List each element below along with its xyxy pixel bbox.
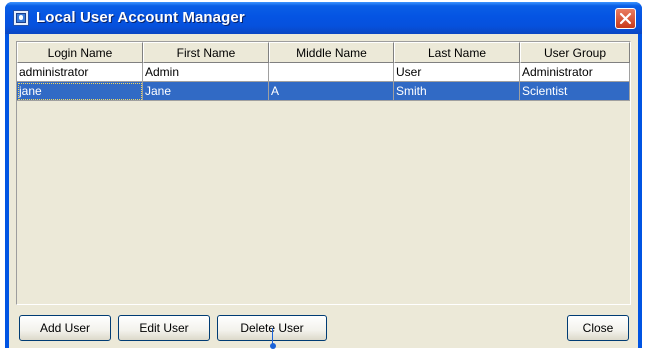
table-row-selected[interactable]: jane Jane A Smith Scientist [17,82,630,101]
column-header-first-name[interactable]: First Name [143,42,269,63]
column-header-last-name[interactable]: Last Name [394,42,520,63]
user-table: Login Name First Name Middle Name Last N… [16,41,631,305]
table-row[interactable]: administrator Admin User Administrator [17,63,630,82]
column-header-user-group[interactable]: User Group [520,42,630,63]
close-window-button[interactable] [615,8,636,29]
cell-last-name[interactable]: User [394,63,520,82]
app-icon [13,10,29,26]
title-bar[interactable]: Local User Account Manager [5,2,642,34]
column-header-login-name[interactable]: Login Name [17,42,143,63]
edit-user-button[interactable]: Edit User [118,315,210,341]
user-account-manager-window: Local User Account Manager Login Name Fi… [5,2,642,348]
add-user-button[interactable]: Add User [19,315,111,341]
window-client-area: Login Name First Name Middle Name Last N… [9,34,638,348]
cell-user-group[interactable]: Administrator [520,63,630,82]
mouse-pointer-icon [270,343,276,349]
table-header: Login Name First Name Middle Name Last N… [17,42,630,63]
cell-middle-name[interactable] [269,63,394,82]
close-icon [619,12,632,25]
cell-login-name[interactable]: jane [17,82,143,101]
cell-last-name[interactable]: Smith [394,82,520,101]
cell-first-name[interactable]: Admin [143,63,269,82]
mouse-pointer-line [272,328,273,344]
close-button[interactable]: Close [567,315,629,341]
column-header-middle-name[interactable]: Middle Name [269,42,394,63]
cell-login-name[interactable]: administrator [17,63,143,82]
cell-user-group[interactable]: Scientist [520,82,630,101]
cell-middle-name[interactable]: A [269,82,394,101]
cell-first-name[interactable]: Jane [143,82,269,101]
window-title: Local User Account Manager [36,9,245,26]
